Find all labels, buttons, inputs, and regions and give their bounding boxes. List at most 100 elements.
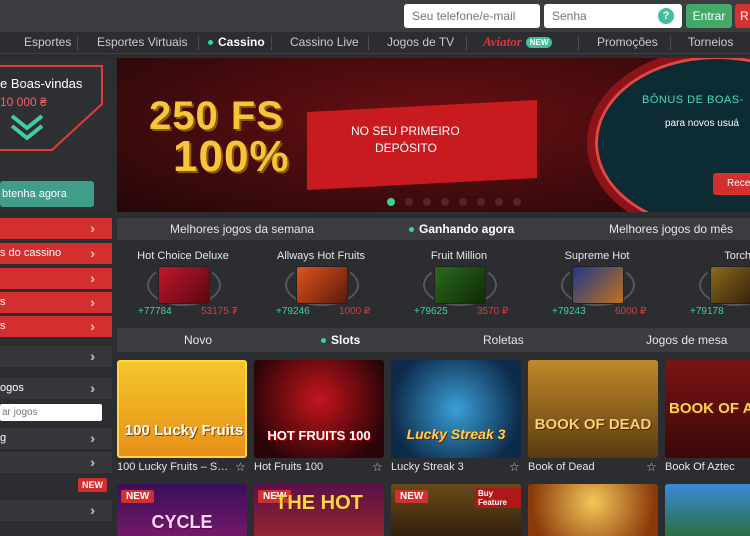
chevron-right-icon: ›› <box>90 454 95 470</box>
sidebar-item-label: ogos <box>0 382 24 394</box>
nav-promocoes[interactable]: Promoções <box>597 35 658 49</box>
sidebar-item[interactable]: s ›› <box>0 316 112 337</box>
phone-email-input[interactable] <box>404 4 540 28</box>
sidebar-item[interactable]: g ›› <box>0 428 112 449</box>
sidebar-item[interactable]: s ›› <box>0 292 112 313</box>
game-search-input[interactable]: ar jogos <box>0 404 102 421</box>
chevron-right-icon: ›› <box>90 270 95 286</box>
game-thumbnail: 100 Lucky Fruits <box>117 360 247 458</box>
top-game-win: 53175 ₮ <box>201 306 238 317</box>
banner-subtitle: NO SEU PRIMEIRO <box>351 124 460 138</box>
game-thumbnail <box>572 266 624 304</box>
sidebar-item[interactable]: ›› <box>0 218 112 239</box>
game-card[interactable]: NEW Buy Feature <box>391 484 521 536</box>
game-art-title: CYCLE <box>151 512 213 532</box>
tab-novo[interactable]: Novo <box>184 333 212 347</box>
nav-jogos-de-tv[interactable]: Jogos de TV <box>387 35 454 49</box>
carousel-dot[interactable] <box>477 198 485 206</box>
sidebar-item[interactable]: ›› <box>0 268 112 289</box>
top-game-item[interactable]: Hot Choice Deluxe +77784 53175 ₮ <box>123 240 243 320</box>
tab-slots[interactable]: Slots <box>321 333 360 347</box>
carousel-dot[interactable] <box>423 198 431 206</box>
promo-amount: 10 000 ₴ <box>0 95 47 109</box>
tab-jogos-de-mesa[interactable]: Jogos de mesa <box>646 333 727 347</box>
game-title: Book Of Aztec <box>665 461 735 473</box>
sidebar-item-games[interactable]: ogos ›› <box>0 378 112 399</box>
tab-roletas[interactable]: Roletas <box>483 333 524 347</box>
top-game-item[interactable]: Allways Hot Fruits +79246 1000 ₽ <box>261 240 381 320</box>
game-card[interactable] <box>528 484 658 536</box>
chevron-right-icon: ›› <box>90 318 95 334</box>
tab-best-week[interactable]: Melhores jogos da semana <box>170 222 314 236</box>
nav-aviator[interactable]: Aviator NEW <box>483 34 553 50</box>
game-thumbnail <box>158 266 210 304</box>
register-button[interactable]: R <box>735 4 750 28</box>
bonus-title: BÔNUS DE BOAS- <box>642 94 744 106</box>
top-bar: ? Entrar R <box>0 0 750 32</box>
sidebar-item[interactable]: ›› <box>0 500 112 521</box>
nav-cassino-label: Cassino <box>218 35 265 49</box>
tab-best-month[interactable]: Melhores jogos do mês <box>609 222 733 236</box>
promo-banner[interactable]: 250 FS 100% NO SEU PRIMEIRO DEPÓSITO BÔN… <box>117 58 750 212</box>
game-card[interactable]: Lucky Streak 3 Lucky Streak 3 ☆ <box>391 360 521 484</box>
favorite-star-icon[interactable]: ☆ <box>509 460 520 474</box>
bonus-subtitle: para novos usuá <box>665 118 739 129</box>
game-thumbnail <box>434 266 486 304</box>
chevron-right-icon: ›› <box>90 245 95 261</box>
nav-cassino-live[interactable]: Cassino Live <box>290 35 359 49</box>
top-games-list: Hot Choice Deluxe +77784 53175 ₮ Allways… <box>117 240 750 320</box>
sidebar-item-label: s do cassino <box>0 247 62 259</box>
nav-torneios[interactable]: Torneios <box>688 35 733 49</box>
game-card[interactable]: BOOK OF DEAD Book of Dead ☆ <box>528 360 658 484</box>
help-icon[interactable]: ? <box>658 8 674 24</box>
carousel-dots <box>387 193 531 211</box>
receive-bonus-button[interactable]: Rece <box>713 173 750 195</box>
top-game-item[interactable]: Fruit Million +79625 3570 ₽ <box>399 240 519 320</box>
nav-esportes-virtuais[interactable]: Esportes Virtuais <box>97 35 188 49</box>
new-badge: NEW <box>121 490 155 503</box>
sidebar-item-casino-bonuses[interactable]: s do cassino ›› <box>0 243 112 264</box>
welcome-promo: e Boas-vindas 10 000 ₴ btenha agora <box>0 58 112 210</box>
active-dot-icon <box>208 40 213 46</box>
game-art-title: 100 Lucky Fruits <box>124 422 244 439</box>
carousel-dot[interactable] <box>387 198 395 206</box>
chevron-right-icon: ›› <box>90 502 95 518</box>
top-game-item[interactable]: Torch Of +79178 <box>675 240 750 320</box>
top-game-item[interactable]: Supreme Hot +79243 6000 ₽ <box>537 240 657 320</box>
favorite-star-icon[interactable]: ☆ <box>235 460 246 474</box>
nav-esportes[interactable]: Esportes <box>24 35 71 49</box>
top-game-id: +77784 <box>138 306 172 317</box>
top-game-name: Torch Of <box>724 250 750 262</box>
carousel-dot[interactable] <box>459 198 467 206</box>
sidebar-item[interactable]: ›› <box>0 452 112 473</box>
active-dot-icon <box>321 338 326 344</box>
game-card[interactable]: HOT FRUITS 100 Hot Fruits 100 ☆ <box>254 360 384 484</box>
sidebar-item[interactable]: ›› <box>0 346 112 367</box>
game-card[interactable]: 100 Lucky Fruits 100 Lucky Fruits – Spi…… <box>117 360 247 484</box>
favorite-star-icon[interactable]: ☆ <box>646 460 657 474</box>
banner-headline-percent: 100% <box>173 132 290 181</box>
game-title: Book of Dead <box>528 461 595 473</box>
top-game-id: +79243 <box>552 306 586 317</box>
game-card[interactable] <box>665 484 750 536</box>
carousel-dot[interactable] <box>405 198 413 206</box>
promo-title: e Boas-vindas <box>0 76 83 91</box>
carousel-dot[interactable] <box>495 198 503 206</box>
tab-winning-now[interactable]: Ganhando agora <box>409 222 514 236</box>
game-card[interactable]: NEW CYCLE <box>117 484 247 536</box>
login-button[interactable]: Entrar <box>686 4 732 28</box>
new-badge: NEW <box>395 490 429 503</box>
game-card[interactable]: NEW THE HOT <box>254 484 384 536</box>
category-tabs: Novo Slots Roletas Jogos de mesa <box>117 328 750 352</box>
favorite-star-icon[interactable]: ☆ <box>372 460 383 474</box>
top-game-id: +79246 <box>276 306 310 317</box>
nav-divider <box>198 36 199 50</box>
page: ? Entrar R Esportes Esportes Virtuais Ca… <box>0 0 750 536</box>
carousel-dot[interactable] <box>513 198 521 206</box>
main-nav: Esportes Esportes Virtuais Cassino Cassi… <box>0 32 750 54</box>
get-bonus-button[interactable]: btenha agora <box>0 181 94 207</box>
carousel-dot[interactable] <box>441 198 449 206</box>
nav-cassino[interactable]: Cassino <box>208 35 265 49</box>
game-card[interactable]: BOOK OF AZT Book Of Aztec <box>665 360 750 484</box>
nav-divider <box>368 36 369 50</box>
